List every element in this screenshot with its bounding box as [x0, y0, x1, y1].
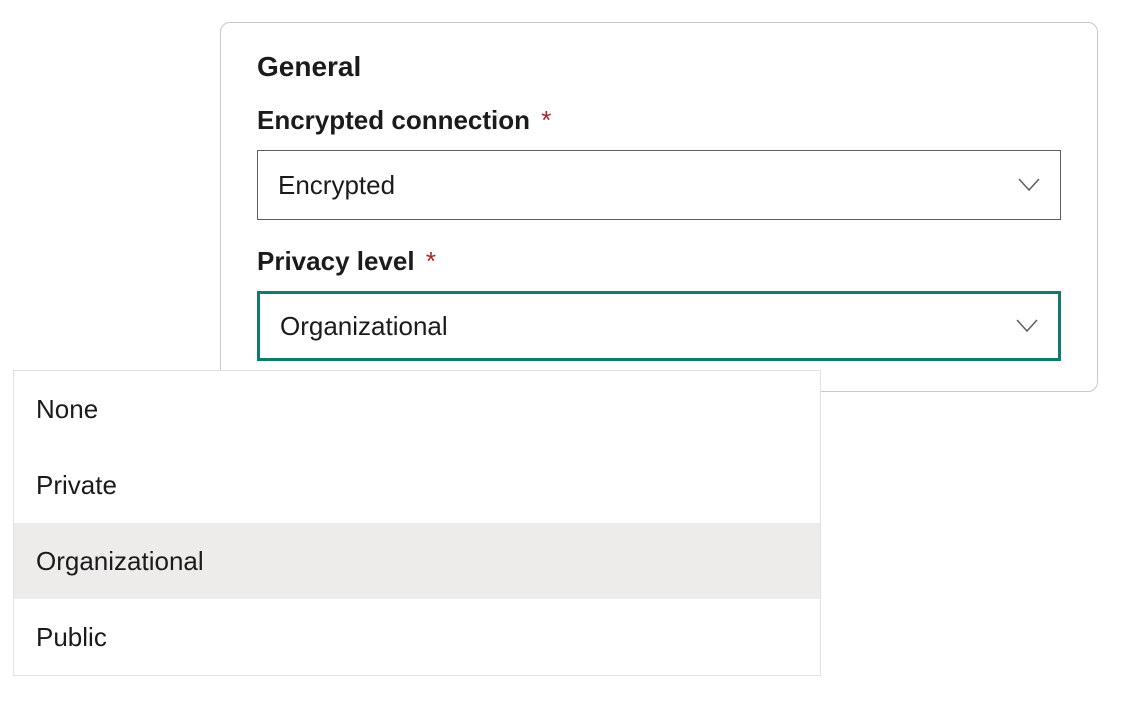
- privacy-level-value: Organizational: [280, 311, 448, 342]
- privacy-level-dropdown-list: None Private Organizational Public: [13, 370, 821, 676]
- privacy-level-label: Privacy level *: [257, 246, 1061, 277]
- option-label: None: [36, 394, 98, 425]
- privacy-level-option-private[interactable]: Private: [14, 447, 820, 523]
- option-label: Private: [36, 470, 117, 501]
- chevron-down-icon: [1016, 319, 1038, 333]
- privacy-level-dropdown[interactable]: Organizational: [257, 291, 1061, 361]
- privacy-level-option-public[interactable]: Public: [14, 599, 820, 675]
- chevron-down-icon: [1018, 178, 1040, 192]
- encrypted-connection-label-text: Encrypted connection: [257, 105, 530, 135]
- encrypted-connection-label: Encrypted connection *: [257, 105, 1061, 136]
- section-title: General: [257, 51, 1061, 83]
- privacy-level-label-text: Privacy level: [257, 246, 415, 276]
- privacy-level-option-none[interactable]: None: [14, 371, 820, 447]
- option-label: Public: [36, 622, 107, 653]
- encrypted-connection-dropdown[interactable]: Encrypted: [257, 150, 1061, 220]
- general-settings-panel: General Encrypted connection * Encrypted…: [220, 22, 1098, 392]
- privacy-level-option-organizational[interactable]: Organizational: [14, 523, 820, 599]
- option-label: Organizational: [36, 546, 204, 577]
- required-asterisk: *: [541, 105, 551, 135]
- encrypted-connection-value: Encrypted: [278, 170, 395, 201]
- required-asterisk: *: [426, 246, 436, 276]
